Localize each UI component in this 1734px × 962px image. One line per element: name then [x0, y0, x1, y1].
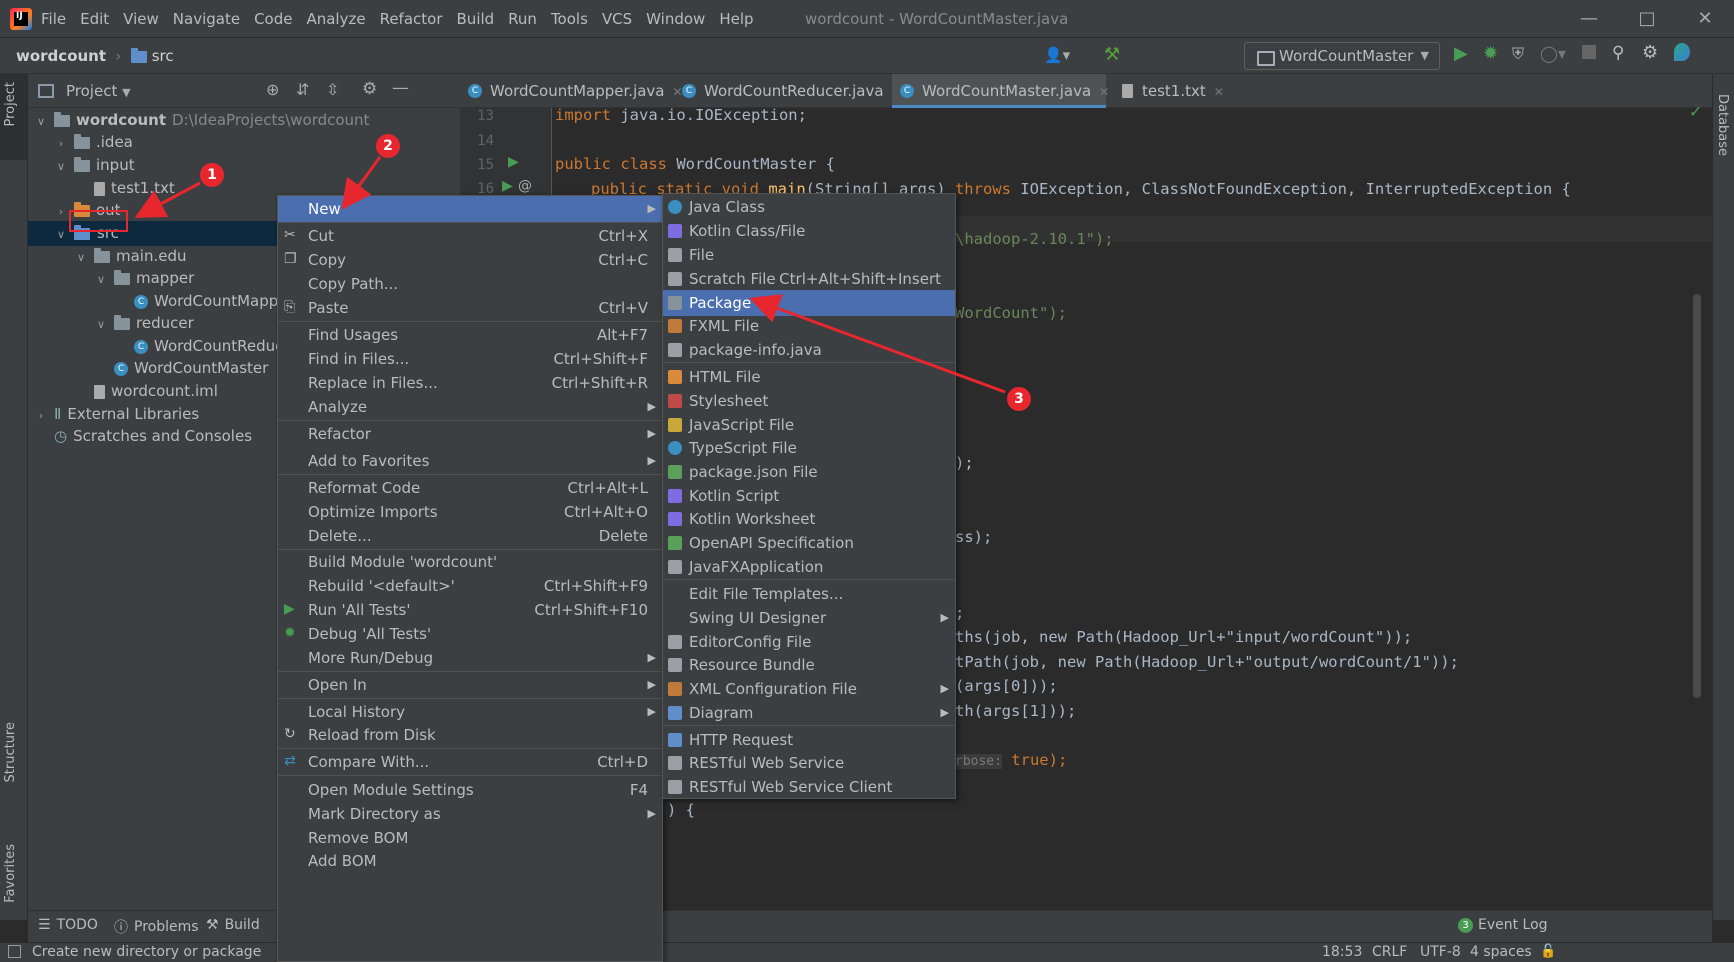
- annotation-badge-2: 2: [376, 134, 400, 158]
- annotation-badge-1: 1: [200, 163, 224, 187]
- annotation-arrows: [134, 156, 1006, 394]
- annotation-arrow-3: [749, 294, 1006, 394]
- annotation-arrow-1: [134, 181, 201, 218]
- annotation-badge-3: 3: [1007, 387, 1031, 411]
- annotation-arrow-2: [341, 156, 382, 210]
